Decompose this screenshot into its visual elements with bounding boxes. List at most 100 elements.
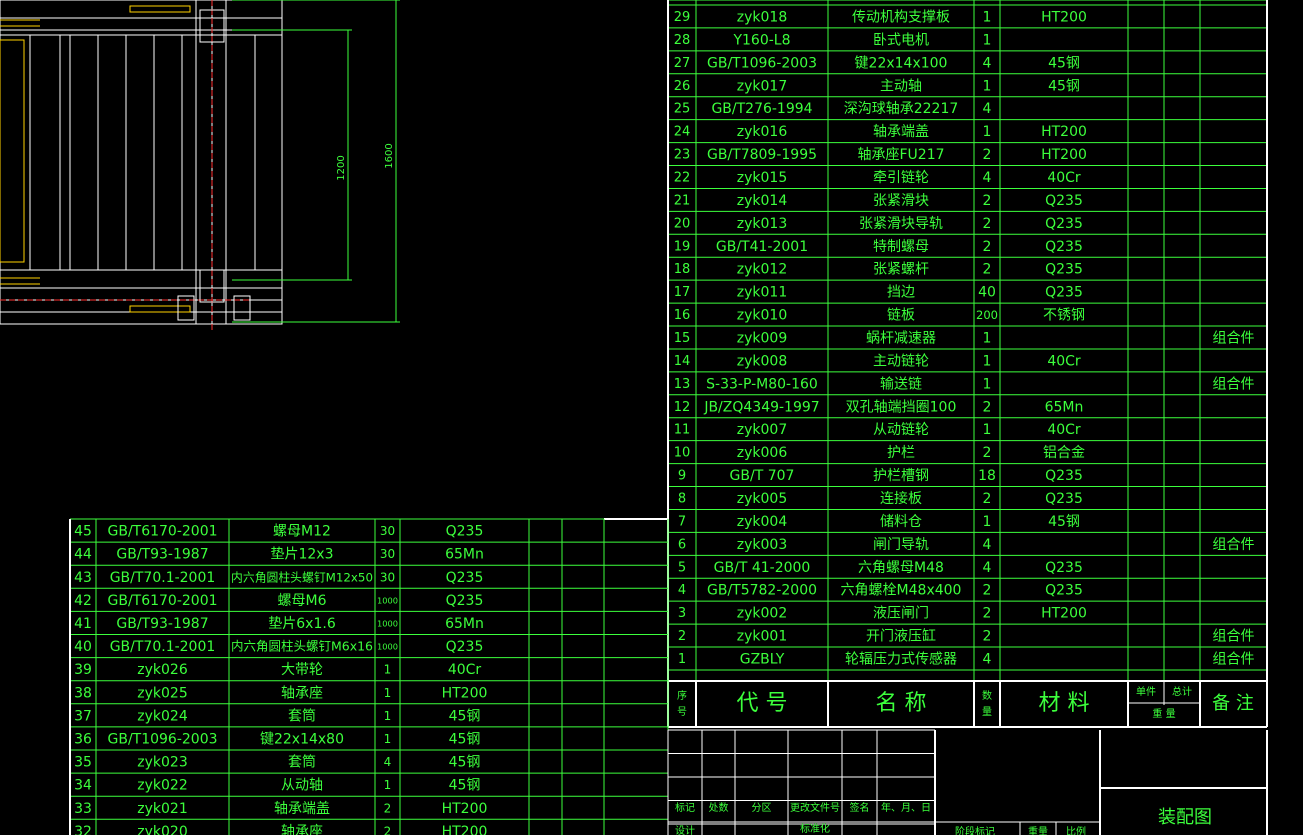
header-qty-2: 量 — [982, 706, 992, 718]
cad-drawing-canvas: 1200 1600 29 zyk018 传动机构支撑板 1 HT20028 Y160-L8… — [0, 0, 1268, 835]
bom-cell-no: 26 — [674, 79, 691, 94]
bom-left-cell-no: 39 — [74, 662, 92, 678]
bom-cell-no: 19 — [674, 239, 691, 254]
bom-left-cell-name: 大带轮 — [281, 662, 323, 678]
bom-cell-note: 组合件 — [1213, 537, 1255, 553]
bom-cell-code: GB/T276-1994 — [711, 101, 812, 117]
bom-cell-name: 闸门导轨 — [873, 537, 929, 553]
bom-cell-code: zyk014 — [737, 193, 788, 209]
bom-left-cell-name: 螺母M6 — [278, 593, 327, 609]
bom-cell-material: 不锈钢 — [1043, 308, 1085, 324]
bom-left-cell-material: 45钢 — [449, 778, 481, 794]
bom-left-cell-no: 45 — [74, 524, 92, 540]
bom-left-cell-material: 40Cr — [448, 662, 482, 678]
bom-left-cell-name: 内六角圆柱头螺钉M12x50 — [231, 570, 373, 584]
header-seq-2: 号 — [677, 706, 687, 718]
bom-cell-qty: 4 — [983, 537, 992, 553]
bom-cell-name: 深沟球轴承22217 — [844, 101, 959, 117]
title-label-1: 处数 — [709, 801, 729, 814]
bom-cell-material: Q235 — [1045, 262, 1083, 278]
bom-cell-name: 双孔轴端挡圈100 — [846, 399, 957, 415]
header-seq-1: 序 — [677, 689, 687, 702]
bom-left-cell-qty: 1000 — [377, 618, 398, 628]
bom-cell-name: 六角螺母M48 — [858, 560, 944, 576]
dimension-1200: 1200 — [336, 155, 347, 180]
header-total-weight: 总计 — [1172, 685, 1192, 698]
title-label-2: 分区 — [752, 802, 772, 814]
bom-cell-name: 六角螺栓M48x400 — [841, 583, 962, 599]
bom-left-cell-material: Q235 — [446, 570, 484, 586]
bom-cell-no: 8 — [678, 491, 686, 506]
bom-left-cell-material: Q235 — [446, 639, 484, 655]
bom-left-cell-material: Q235 — [446, 524, 484, 540]
bom-cell-qty: 1 — [983, 124, 992, 140]
bom-cell-no: 18 — [674, 262, 691, 277]
bom-cell-code: zyk016 — [737, 124, 788, 140]
bom-cell-name: 链板 — [887, 308, 915, 324]
bom-cell-qty: 2 — [983, 583, 992, 599]
header-name: 名 称 — [876, 691, 927, 716]
bom-left-cell-qty: 2 — [384, 824, 392, 835]
bom-cell-name: 输送链 — [880, 376, 922, 392]
bom-cell-material: Q235 — [1045, 491, 1083, 507]
title-standard-label: 标准化 — [800, 822, 830, 835]
bom-cell-name: 连接板 — [880, 490, 922, 507]
bom-cell-code: zyk003 — [737, 537, 787, 553]
header-code: 代 号 — [737, 691, 788, 716]
bom-cell-code: zyk010 — [737, 308, 787, 324]
bom-left-cell-code: zyk022 — [137, 778, 187, 794]
bom-cell-qty: 1 — [983, 9, 992, 25]
bom-cell-material: Q235 — [1045, 468, 1083, 484]
bom-cell-code: GZBLY — [740, 652, 785, 668]
bom-left-cell-name: 套筒 — [288, 754, 316, 771]
bom-left-cell-material: HT200 — [442, 801, 488, 817]
bom-table-right: 29 zyk018 传动机构支撑板 1 HT20028 Y160-L8 卧式电机 127 GB/… — [667, 0, 1268, 728]
bom-left-cell-name: 套筒 — [288, 707, 316, 724]
bom-cell-material: Q235 — [1045, 560, 1083, 576]
bom-cell-no: 27 — [674, 56, 691, 71]
bom-cell-qty: 2 — [983, 262, 992, 278]
bom-cell-code: zyk002 — [737, 606, 787, 622]
bom-left-cell-name: 轴承座 — [281, 685, 323, 701]
bom-left-cell-no: 32 — [74, 824, 92, 835]
bom-cell-material: HT200 — [1041, 606, 1087, 622]
bom-left-cell-material: 45钢 — [449, 731, 481, 747]
bom-cell-code: zyk018 — [737, 9, 787, 25]
bom-cell-code: zyk009 — [737, 330, 787, 346]
bom-cell-name: 传动机构支撑板 — [852, 9, 950, 25]
bom-cell-material: Q235 — [1045, 216, 1083, 232]
bom-cell-no: 15 — [674, 331, 691, 346]
bom-cell-material: HT200 — [1041, 9, 1087, 25]
bom-cell-qty: 200 — [976, 308, 998, 322]
bom-cell-code: zyk001 — [737, 629, 787, 645]
title-label-0: 标记 — [675, 802, 695, 814]
bom-cell-qty: 4 — [983, 560, 992, 576]
bom-left-cell-no: 44 — [74, 547, 92, 563]
title-label-5: 年、月、日 — [881, 801, 931, 814]
bom-cell-material: HT200 — [1041, 124, 1087, 140]
bom-left-cell-no: 35 — [74, 755, 92, 771]
bom-cell-name: 轴承座FU217 — [857, 147, 944, 163]
bom-cell-no: 12 — [674, 400, 691, 415]
bom-cell-qty: 1 — [983, 422, 992, 438]
bom-cell-material: Q235 — [1045, 285, 1083, 301]
bom-cell-note: 组合件 — [1213, 330, 1255, 346]
bom-cell-code: zyk011 — [737, 285, 787, 301]
title-label-3: 更改文件号 — [790, 801, 840, 814]
bom-cell-code: JB/ZQ4349-1997 — [703, 399, 819, 415]
bom-left-cell-qty: 30 — [380, 547, 395, 561]
bom-cell-name: 液压闸门 — [873, 606, 929, 622]
bom-left-cell-material: 65Mn — [445, 616, 484, 632]
bom-left-cell-name: 垫片12x3 — [270, 547, 333, 563]
bom-cell-material: 45钢 — [1048, 78, 1080, 94]
bom-cell-qty: 2 — [983, 147, 992, 163]
bom-cell-name: 轮辐压力式传感器 — [845, 651, 957, 668]
bom-left-cell-material: HT200 — [442, 824, 488, 835]
bom-cell-name: 张紧滑块导轨 — [859, 215, 943, 232]
bom-cell-material: HT200 — [1041, 147, 1087, 163]
bom-cell-name: 挡边 — [887, 285, 915, 301]
bom-cell-no: 16 — [674, 308, 691, 323]
bom-cell-material: 65Mn — [1045, 399, 1084, 415]
bom-left-cell-name: 从动轴 — [281, 778, 323, 794]
bom-table-left: 45 GB/T6170-2001 螺母M12 30 Q235 44 GB/T93-1987 垫… — [69, 518, 669, 835]
